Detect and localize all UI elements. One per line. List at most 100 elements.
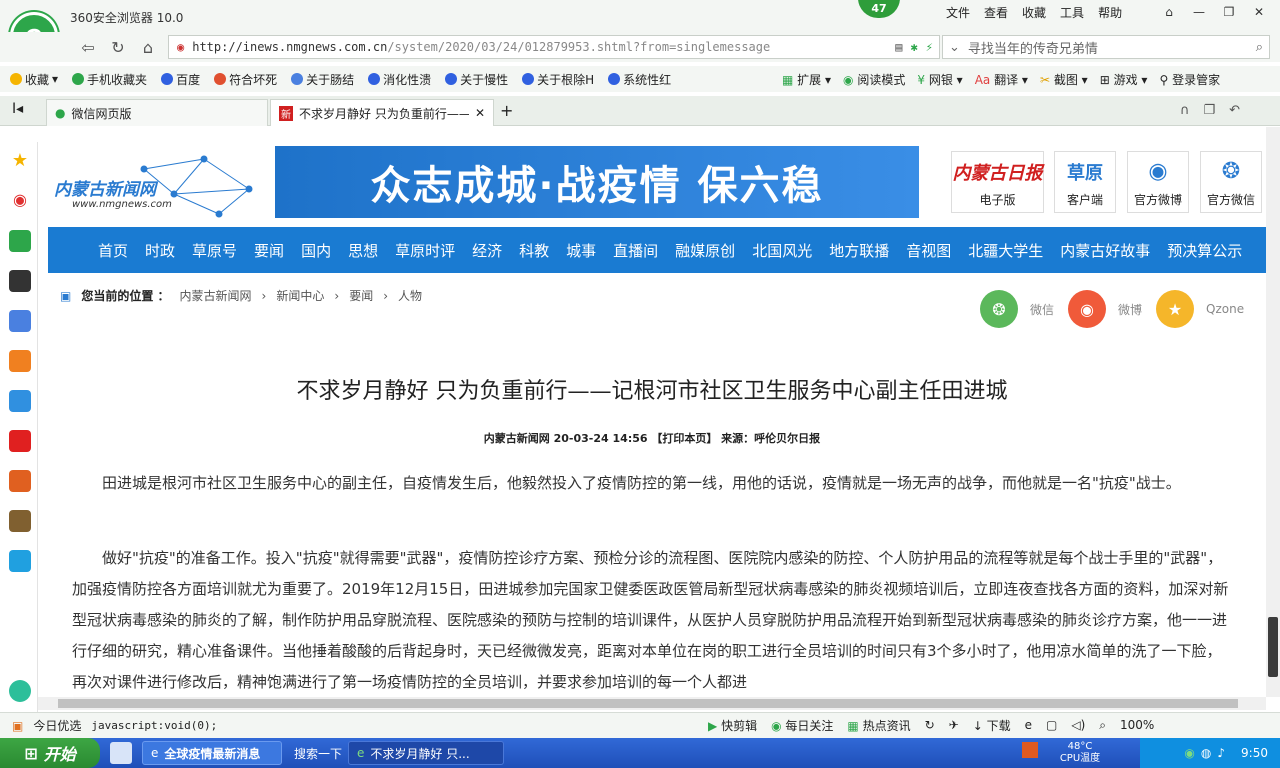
nav-item[interactable]: 经济 [472,240,502,261]
bookmark-mobile[interactable]: 手机收藏夹 [72,71,147,88]
nav-item[interactable]: 国内 [301,240,331,261]
search-input[interactable]: ⌄ 寻找当年的传奇兄弟情 ⌕ [942,35,1270,59]
game2-icon[interactable] [9,470,31,492]
shop-icon[interactable] [9,430,31,452]
nav-item[interactable]: 直播间 [613,240,658,261]
menu-view[interactable]: 查看 [984,4,1008,21]
favorites-star-icon[interactable]: ★ [9,150,31,172]
tool-translate[interactable]: Aa 翻译 ▾ [975,71,1028,88]
skin-icon[interactable]: ⌂ [1154,2,1184,22]
minimize-icon[interactable]: — [1184,2,1214,22]
vertical-scroll-thumb[interactable] [1268,617,1278,677]
new-tab-button[interactable]: + [500,101,513,120]
breadcrumb-link[interactable]: 要闻 [349,287,373,304]
novel-icon[interactable] [9,350,31,372]
quick-client[interactable]: 草原 客户端 [1054,151,1116,213]
nav-item[interactable]: 北国风光 [752,240,812,261]
downloads[interactable]: ↓ 下载 [973,717,1011,734]
nav-item[interactable]: 内蒙古好故事 [1060,240,1150,261]
campaign-banner[interactable]: 众志成城·战疫情 保六稳 [275,146,919,218]
taskbar-ie-window[interactable]: e 全球疫情最新消息 [142,741,282,765]
nav-item[interactable]: 草原号 [192,240,237,261]
mail-icon[interactable] [9,230,31,252]
refresh-icon[interactable]: ↻ [925,718,935,732]
game-icon[interactable] [9,390,31,412]
restore-tabs-icon[interactable]: ❐ [1204,103,1216,118]
taskbar-search[interactable]: 搜索一下 [286,741,342,765]
menu-help[interactable]: 帮助 [1098,4,1122,21]
clock[interactable]: 9:50 [1241,746,1268,760]
nav-item[interactable]: 北疆大学生 [968,240,1043,261]
ie-icon[interactable]: e [1025,718,1032,732]
headphones-icon[interactable]: ∩ [1180,103,1190,118]
menu-tools[interactable]: 工具 [1060,4,1084,21]
today-picks[interactable]: 今日优选 [33,717,81,734]
quick-weibo[interactable]: ◉ 官方微博 [1127,151,1189,213]
breadcrumb-link[interactable]: 新闻中心 [276,287,324,304]
quick-wechat[interactable]: ❂ 官方微信 [1200,151,1262,213]
bookmark-baidu[interactable]: 百度 [161,71,200,88]
bookmark-8[interactable]: 系统性红 [608,71,671,88]
zoom-icon[interactable]: ⌕ [1099,718,1106,733]
nav-item[interactable]: 时政 [145,240,175,261]
share-weibo[interactable]: ◉ 微博 [1068,290,1142,328]
bookmark-4[interactable]: 关于肠结 [291,71,354,88]
nav-item[interactable]: 草原时评 [395,240,455,261]
reader-icon[interactable]: ▤ [895,40,902,54]
vertical-scrollbar[interactable] [1266,127,1280,697]
game3-icon[interactable] [9,510,31,532]
tool-bank[interactable]: ¥ 网银 ▾ [917,71,962,88]
start-button[interactable]: ⊞ 开始 [0,738,100,768]
bookmark-3[interactable]: 符合坏死 [214,71,277,88]
menu-file[interactable]: 文件 [946,4,970,21]
undo-icon[interactable]: ↶ [1229,103,1240,118]
nav-item[interactable]: 科教 [519,240,549,261]
add-app-icon[interactable] [9,680,31,702]
quick-edit[interactable]: ▶ 快剪辑 [708,717,757,734]
sogou-icon[interactable] [1022,742,1038,758]
weibo-icon[interactable]: ◉ [9,190,31,212]
tab-close-icon[interactable]: ✕ [475,106,485,120]
tool-extensions[interactable]: ▦ 扩展 ▾ [782,71,831,88]
gear-icon[interactable]: ✱ [911,40,918,54]
tray-app-icon[interactable]: ◉ [1184,746,1194,760]
app-icon[interactable] [9,270,31,292]
tool-reader[interactable]: ◉ 阅读模式 [843,71,905,88]
menu-favorites[interactable]: 收藏 [1022,4,1046,21]
tab-article[interactable]: 新 不求岁月静好 只为负重前行—— ✕ [270,99,494,126]
window-icon[interactable]: ▢ [1046,718,1057,732]
horizontal-scroll-thumb[interactable] [58,699,1238,708]
nav-item[interactable]: 首页 [98,240,128,261]
doc-icon[interactable] [9,310,31,332]
bookmark-7[interactable]: 关于根除H [522,71,594,88]
hot-news[interactable]: ▦ 热点资讯 [847,717,910,734]
search-icon[interactable]: ⌕ [1256,40,1263,55]
maximize-icon[interactable]: ❐ [1214,2,1244,22]
home-icon[interactable]: ⌂ [136,35,160,59]
tool-games[interactable]: ⊞ 游戏 ▾ [1100,71,1148,88]
nav-item[interactable]: 地方联播 [829,240,889,261]
share-qzone[interactable]: ★ Qzone [1156,290,1244,328]
show-desktop-icon[interactable] [110,742,132,764]
nav-item[interactable]: 预决算公示 [1167,240,1242,261]
chevron-down-icon[interactable]: ⌄ [949,40,960,55]
tool-login[interactable]: ⚲ 登录管家 [1159,71,1220,88]
speed-icon[interactable]: ⚡ [926,40,933,54]
daily-focus[interactable]: ◉ 每日关注 [771,717,833,734]
bookmark-5[interactable]: 消化性溃 [368,71,431,88]
tab-wechat[interactable]: ● 微信网页版 [46,99,268,126]
pin-icon[interactable]: ✈ [949,718,959,732]
breadcrumb-link[interactable]: 内蒙古新闻网 [180,287,252,304]
tray-volume-icon[interactable]: ♪ [1217,746,1225,760]
nav-item[interactable]: 城事 [566,240,596,261]
url-input[interactable]: ◉ http://inews.nmgnews.com.cn /system/20… [168,35,940,59]
sidebar-toggle-icon[interactable]: I◂ [12,101,23,117]
back-icon[interactable]: ⇦ [76,35,100,59]
nav-item[interactable]: 思想 [348,240,378,261]
nav-item[interactable]: 音视图 [906,240,951,261]
bookmark-6[interactable]: 关于慢性 [445,71,508,88]
bookmark-favorites[interactable]: 收藏 ▾ [10,71,58,88]
sound-icon[interactable]: ◁) [1071,718,1085,732]
breadcrumb-link[interactable]: 人物 [398,287,422,304]
tray-network-icon[interactable]: ◍ [1201,746,1211,760]
